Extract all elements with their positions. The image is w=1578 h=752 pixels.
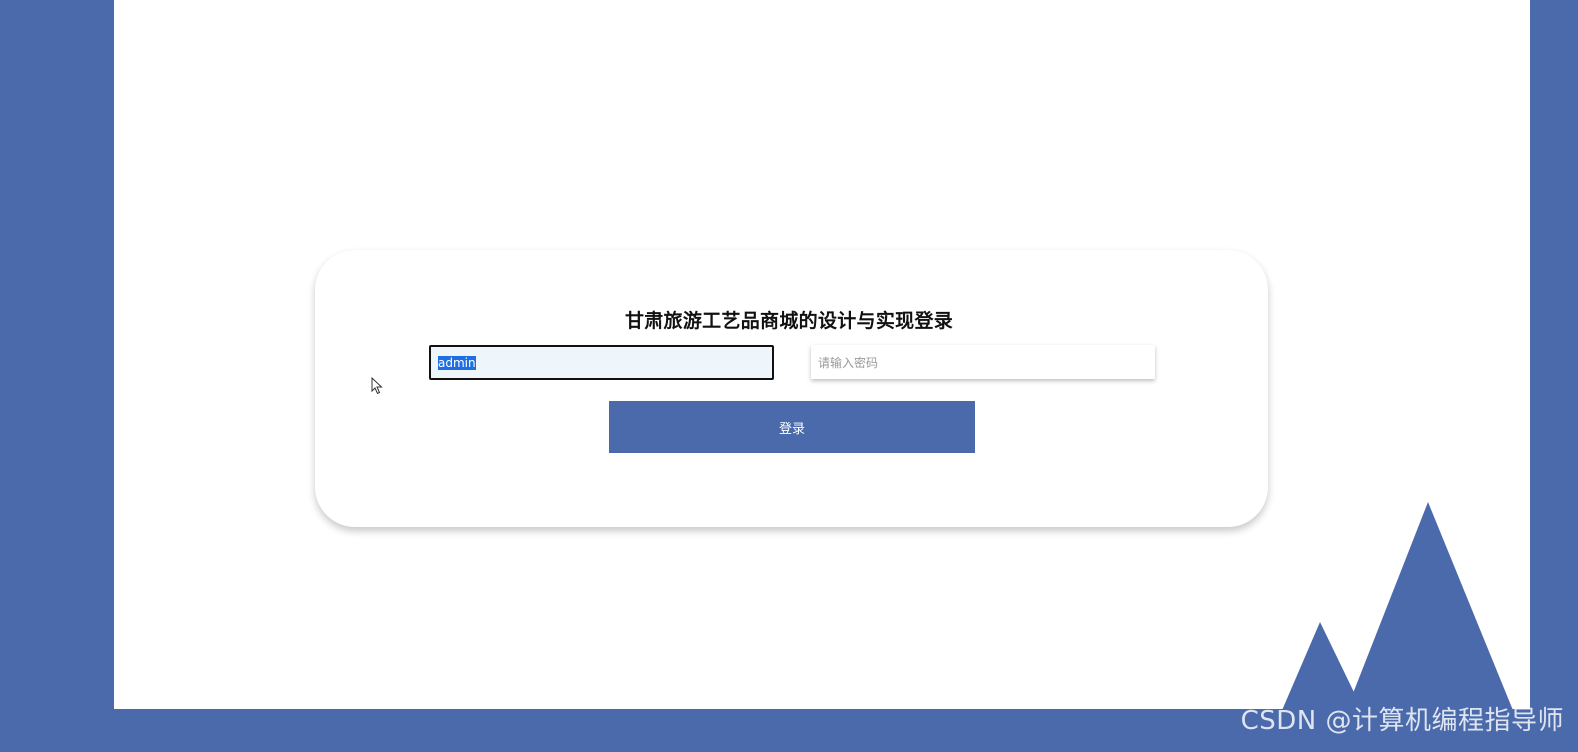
page-frame: 甘肃旅游工艺品商城的设计与实现登录 admin 请输入密码 登录 CSDN @计…	[0, 0, 1578, 752]
watermark-text: CSDN @计算机编程指导师	[1240, 706, 1564, 736]
mouse-pointer-icon	[371, 377, 383, 395]
login-card	[315, 250, 1268, 527]
login-button[interactable]: 登录	[609, 401, 975, 453]
password-placeholder: 请输入密码	[818, 355, 879, 370]
username-value: admin	[438, 355, 476, 370]
username-input[interactable]: admin	[429, 345, 774, 380]
page-title: 甘肃旅游工艺品商城的设计与实现登录	[624, 310, 954, 332]
password-input[interactable]: 请输入密码	[811, 345, 1155, 379]
